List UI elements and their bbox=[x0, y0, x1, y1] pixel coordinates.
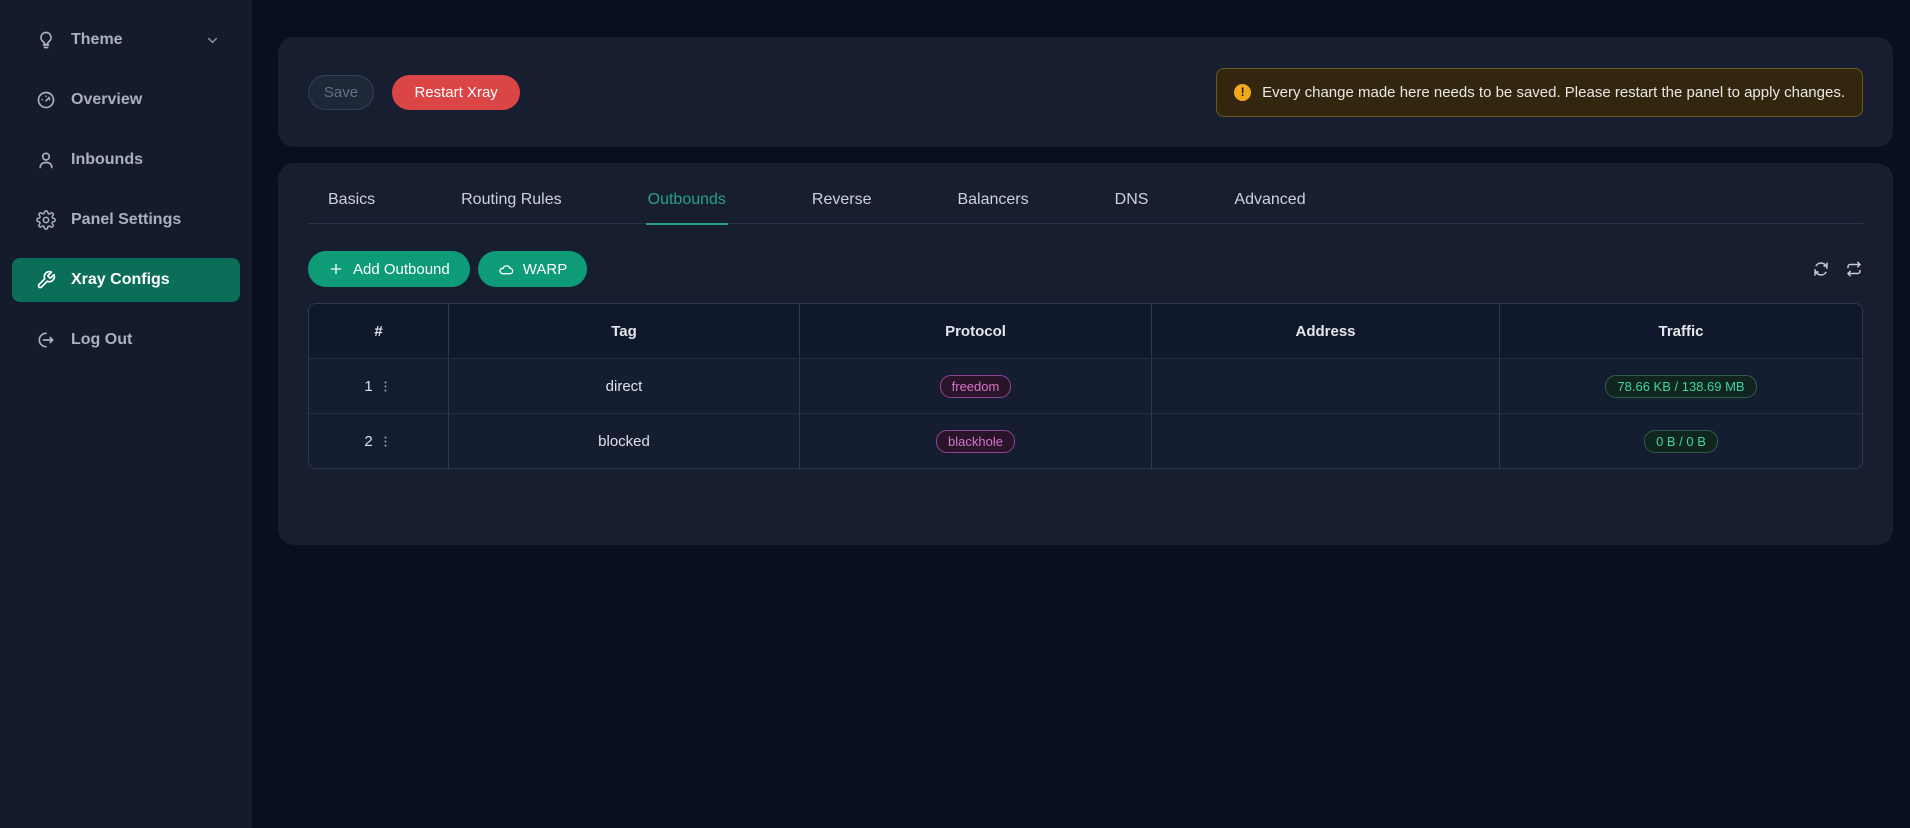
row-index: 1 bbox=[364, 378, 372, 395]
restart-xray-button[interactable]: Restart Xray bbox=[392, 75, 519, 110]
row-index: 2 bbox=[364, 433, 372, 450]
add-outbound-label: Add Outbound bbox=[353, 261, 450, 278]
cloud-icon bbox=[498, 261, 514, 277]
table-row: 1 direct freedom bbox=[309, 358, 1862, 413]
alert-text: Every change made here needs to be saved… bbox=[1262, 84, 1845, 101]
chevron-down-icon bbox=[205, 33, 220, 48]
tab-reverse[interactable]: Reverse bbox=[810, 191, 874, 223]
traffic-badge: 0 B / 0 B bbox=[1644, 430, 1718, 453]
tab-routing-rules[interactable]: Routing Rules bbox=[459, 191, 564, 223]
address-cell bbox=[1152, 413, 1500, 468]
person-icon bbox=[36, 150, 56, 170]
logout-icon bbox=[36, 330, 56, 350]
add-outbound-button[interactable]: Add Outbound bbox=[308, 251, 470, 287]
gauge-icon bbox=[36, 90, 56, 110]
toolbar-card: Save Restart Xray ! Every change made he… bbox=[278, 37, 1893, 147]
tag-cell: direct bbox=[449, 358, 800, 413]
protocol-badge: freedom bbox=[940, 375, 1012, 398]
sidebar-item-xray-configs[interactable]: Xray Configs bbox=[12, 258, 240, 302]
toolbar-buttons: Save Restart Xray bbox=[308, 75, 520, 110]
tab-balancers[interactable]: Balancers bbox=[955, 191, 1030, 223]
sidebar: Theme Overview Inbounds Panel Settings bbox=[0, 0, 252, 828]
sidebar-item-label: Xray Configs bbox=[71, 271, 170, 289]
tab-basics[interactable]: Basics bbox=[326, 191, 377, 223]
config-tabs: Basics Routing Rules Outbounds Reverse B… bbox=[308, 163, 1863, 224]
save-button[interactable]: Save bbox=[308, 75, 374, 110]
row-menu-icon[interactable] bbox=[378, 379, 393, 394]
header-address: Address bbox=[1152, 304, 1500, 358]
sidebar-item-label: Panel Settings bbox=[71, 211, 181, 229]
sidebar-item-panel-settings[interactable]: Panel Settings bbox=[12, 198, 240, 242]
address-cell bbox=[1152, 358, 1500, 413]
index-cell: 1 bbox=[309, 358, 449, 413]
sidebar-item-inbounds[interactable]: Inbounds bbox=[12, 138, 240, 182]
header-tag: Tag bbox=[449, 304, 800, 358]
index-cell: 2 bbox=[309, 413, 449, 468]
sidebar-item-label: Theme bbox=[71, 31, 123, 49]
wrench-icon bbox=[36, 270, 56, 290]
repeat-icon[interactable] bbox=[1845, 260, 1863, 278]
main-content: Save Restart Xray ! Every change made he… bbox=[252, 0, 1910, 828]
traffic-cell: 78.66 KB / 138.69 MB bbox=[1500, 358, 1862, 413]
outbounds-table: # Tag Protocol Address Traffic 1 bbox=[308, 303, 1863, 469]
protocol-cell: freedom bbox=[800, 358, 1152, 413]
sidebar-item-log-out[interactable]: Log Out bbox=[12, 318, 240, 362]
unsaved-changes-alert: ! Every change made here needs to be sav… bbox=[1216, 68, 1863, 117]
app-window: Theme Overview Inbounds Panel Settings bbox=[0, 0, 1910, 828]
table-row: 2 blocked blackhole bbox=[309, 413, 1862, 468]
tab-advanced[interactable]: Advanced bbox=[1232, 191, 1307, 223]
tag-cell: blocked bbox=[449, 413, 800, 468]
header-protocol: Protocol bbox=[800, 304, 1152, 358]
sidebar-item-label: Inbounds bbox=[71, 151, 143, 169]
refresh-icon[interactable] bbox=[1812, 260, 1830, 278]
traffic-badge: 78.66 KB / 138.69 MB bbox=[1605, 375, 1756, 398]
tab-dns[interactable]: DNS bbox=[1113, 191, 1151, 223]
gear-icon bbox=[36, 210, 56, 230]
tab-outbounds[interactable]: Outbounds bbox=[646, 191, 728, 223]
sidebar-item-overview[interactable]: Overview bbox=[12, 78, 240, 122]
header-index: # bbox=[309, 304, 449, 358]
warp-label: WARP bbox=[523, 261, 567, 278]
sidebar-item-theme[interactable]: Theme bbox=[12, 18, 240, 62]
outbounds-actions-row: Add Outbound WARP bbox=[308, 251, 1863, 287]
traffic-cell: 0 B / 0 B bbox=[1500, 413, 1862, 468]
protocol-cell: blackhole bbox=[800, 413, 1152, 468]
header-traffic: Traffic bbox=[1500, 304, 1862, 358]
xray-configs-card: Basics Routing Rules Outbounds Reverse B… bbox=[278, 163, 1893, 545]
row-menu-icon[interactable] bbox=[378, 434, 393, 449]
sidebar-item-label: Overview bbox=[71, 91, 142, 109]
protocol-badge: blackhole bbox=[936, 430, 1015, 453]
table-header-row: # Tag Protocol Address Traffic bbox=[309, 304, 1862, 358]
sidebar-item-label: Log Out bbox=[71, 331, 132, 349]
warning-icon: ! bbox=[1234, 84, 1251, 101]
plus-icon bbox=[328, 261, 344, 277]
warp-button[interactable]: WARP bbox=[478, 251, 587, 287]
bulb-icon bbox=[36, 30, 56, 50]
